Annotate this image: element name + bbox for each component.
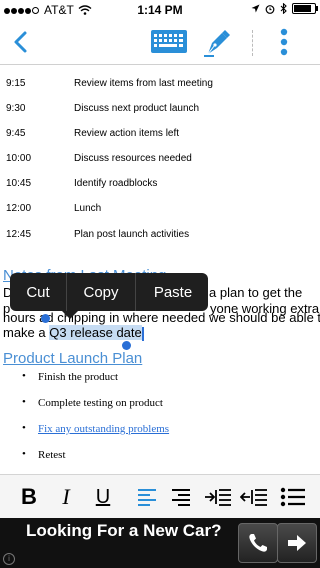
agenda-item: Discuss next product launch bbox=[74, 103, 200, 114]
pen-button[interactable] bbox=[202, 26, 232, 58]
more-options-button[interactable] bbox=[276, 26, 292, 58]
align-right-icon bbox=[172, 489, 190, 506]
list-item-link[interactable]: Fix any outstanding problems bbox=[38, 423, 169, 435]
back-button[interactable] bbox=[8, 28, 36, 56]
navigation-bar bbox=[0, 20, 320, 65]
edit-context-menu: Cut Copy Paste bbox=[10, 273, 210, 319]
vertical-ellipsis-icon bbox=[280, 28, 288, 56]
agenda-time: 12:00 bbox=[6, 203, 32, 214]
align-left-icon bbox=[138, 489, 156, 506]
agenda-time: 10:00 bbox=[6, 153, 32, 164]
status-icons bbox=[251, 3, 318, 14]
agenda-item: Review items from last meeting bbox=[74, 78, 213, 89]
table-row[interactable]: 9:30 Discuss next product launch bbox=[6, 103, 316, 127]
status-bar: AT&T 1:14 PM bbox=[0, 0, 320, 20]
table-row[interactable]: 12:45 Plan post launch activities bbox=[6, 229, 316, 253]
text-fragment: a plan to get the bbox=[209, 285, 303, 300]
selected-text[interactable]: Q3 release date bbox=[49, 325, 142, 340]
call-button[interactable] bbox=[238, 523, 278, 563]
table-row[interactable]: 9:15 Review items from last meeting bbox=[6, 78, 316, 102]
align-left-button[interactable] bbox=[132, 481, 162, 513]
copy-menu-item[interactable]: Copy bbox=[66, 273, 136, 311]
text-fragment: d chipping in where needed we should be … bbox=[46, 310, 320, 325]
section-heading[interactable]: Product Launch Plan bbox=[3, 350, 142, 367]
bold-button[interactable]: B bbox=[14, 481, 44, 513]
bullet-icon: • bbox=[22, 370, 26, 382]
agenda-item: Discuss resources needed bbox=[74, 153, 192, 164]
agenda-item: Plan post launch activities bbox=[74, 229, 190, 240]
selection-start-handle[interactable] bbox=[41, 314, 50, 323]
battery-icon bbox=[292, 3, 318, 14]
keyboard-button[interactable] bbox=[150, 28, 188, 56]
bluetooth-icon bbox=[280, 3, 287, 14]
ad-info-icon[interactable]: i bbox=[3, 553, 15, 565]
table-row[interactable]: 9:00Welcome and introductions bbox=[6, 65, 316, 77]
table-row[interactable]: 10:00 Discuss resources needed bbox=[6, 153, 316, 177]
document-editor[interactable]: 9:00Welcome and introductions9:15 Review … bbox=[0, 65, 320, 475]
bullet-icon: • bbox=[22, 448, 26, 460]
italic-button[interactable]: I bbox=[52, 481, 80, 513]
outdent-icon bbox=[240, 489, 267, 506]
text-cursor bbox=[141, 326, 144, 341]
indent-button[interactable] bbox=[202, 481, 234, 513]
agenda-time: 9:30 bbox=[6, 103, 26, 114]
phone-icon bbox=[249, 534, 267, 552]
table-row[interactable]: 12:00 Lunch bbox=[6, 203, 316, 227]
arrow-right-icon bbox=[288, 535, 306, 551]
agenda-time: 9:15 bbox=[6, 78, 26, 89]
cut-menu-item[interactable]: Cut bbox=[10, 273, 66, 311]
agenda-item: Review action items left bbox=[74, 128, 180, 139]
notes-line-3[interactable]: hours ad chipping in where needed we sho… bbox=[3, 310, 320, 325]
agenda-time: 9:45 bbox=[6, 128, 26, 139]
ad-title[interactable]: Looking For a New Car? bbox=[26, 520, 226, 541]
underline-button[interactable]: U bbox=[88, 481, 118, 513]
pen-nib-icon bbox=[204, 30, 230, 57]
bullet-icon: • bbox=[22, 422, 26, 434]
formatting-toolbar: B I U bbox=[0, 474, 320, 519]
agenda-item: Identify roadblocks bbox=[74, 178, 158, 189]
agenda-time: 12:45 bbox=[6, 229, 32, 240]
menu-pointer bbox=[62, 311, 78, 319]
align-right-button[interactable] bbox=[166, 481, 196, 513]
list-item-text: Complete testing on product bbox=[38, 397, 163, 409]
outdent-button[interactable] bbox=[238, 481, 270, 513]
selection-end-handle[interactable] bbox=[122, 341, 131, 350]
ad-banner[interactable]: Looking For a New Car? i bbox=[0, 518, 320, 568]
bullet-icon: • bbox=[22, 396, 26, 408]
agenda-item: Lunch bbox=[74, 203, 102, 214]
list-item-text: Finish the product bbox=[38, 371, 119, 383]
agenda-time: 10:45 bbox=[6, 178, 32, 189]
nav-divider bbox=[252, 30, 253, 56]
table-row[interactable]: 10:45 Identify roadblocks bbox=[6, 178, 316, 202]
keyboard-icon bbox=[151, 30, 187, 53]
alarm-icon bbox=[265, 4, 275, 14]
text-fragment: hours a bbox=[3, 310, 47, 325]
bulleted-list-button[interactable] bbox=[278, 481, 308, 513]
text-fragment: make a bbox=[3, 325, 50, 340]
location-icon bbox=[251, 4, 260, 13]
bulleted-list-icon bbox=[280, 487, 305, 507]
go-arrow-button[interactable] bbox=[277, 523, 317, 563]
chevron-left-icon bbox=[14, 31, 27, 53]
indent-icon bbox=[205, 489, 231, 506]
notes-line-4[interactable]: make a Q3 release date bbox=[3, 325, 144, 341]
list-item-text: Retest bbox=[38, 449, 66, 461]
paste-menu-item[interactable]: Paste bbox=[136, 273, 210, 311]
table-row[interactable]: 9:45 Review action items left bbox=[6, 128, 316, 152]
